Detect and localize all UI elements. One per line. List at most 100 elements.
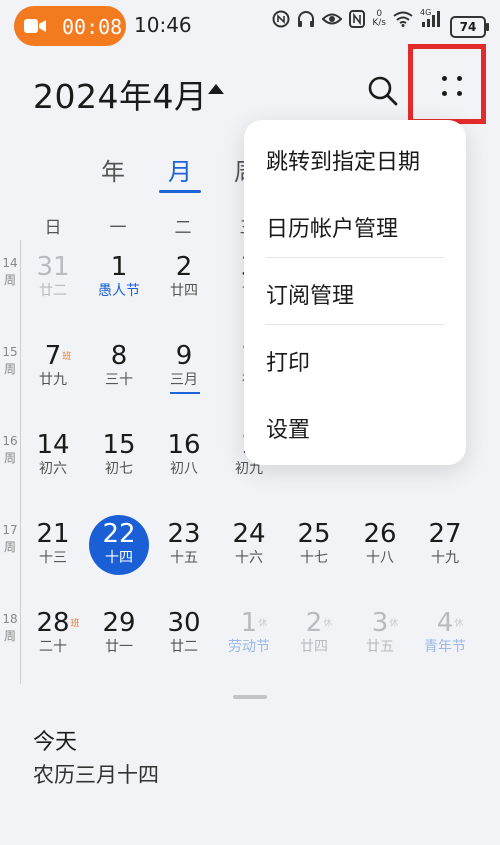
nfc-icon <box>272 10 290 28</box>
day-cell[interactable]: 27 十九 <box>412 519 478 597</box>
lunar-day: 十六 <box>235 550 263 566</box>
day-number: 1 <box>240 608 258 638</box>
day-cell[interactable]: 1 愚人节 <box>86 252 152 330</box>
lunar-day: 廿五 <box>366 639 394 655</box>
lunar-day: 初八 <box>170 461 198 477</box>
lunar-month-start-marker <box>170 392 200 394</box>
menu-item-account-management[interactable]: 日历帐户管理 <box>266 211 398 243</box>
day-cell[interactable]: 28 班二十 <box>20 608 86 686</box>
day-number: 28 <box>36 608 70 638</box>
more-options-button[interactable] <box>408 44 486 124</box>
menu-item-print[interactable]: 打印 <box>266 345 310 377</box>
screen-recording-indicator[interactable]: 00:08 <box>14 6 126 46</box>
day-cell[interactable]: 23 十五 <box>151 519 217 597</box>
day-cell[interactable]: 1 休劳动节 <box>216 608 282 686</box>
lunar-day: 十七 <box>300 550 328 566</box>
lunar-day: 十八 <box>366 550 394 566</box>
day-number: 7 <box>44 341 62 371</box>
day-cell[interactable]: 26 十八 <box>347 519 413 597</box>
workday-badge: 班 <box>70 619 80 629</box>
video-camera-icon <box>24 19 46 33</box>
day-number: 14 <box>36 430 70 460</box>
day-cell[interactable]: 31 廿二 <box>20 252 86 330</box>
day-cell[interactable]: 2 廿四 <box>151 252 217 330</box>
day-number: 2 <box>305 608 323 638</box>
month-title[interactable]: 2024年4月 <box>33 70 207 118</box>
search-icon[interactable] <box>366 74 400 108</box>
day-number: 29 <box>102 608 136 638</box>
day-cell[interactable]: 14 初六 <box>20 430 86 508</box>
signal-bars-icon <box>422 11 440 27</box>
active-tab-indicator <box>159 190 201 193</box>
day-number: 4 <box>436 608 454 638</box>
recording-time: 00:08 <box>62 15 123 39</box>
day-number: 22 <box>102 519 136 549</box>
menu-divider <box>266 324 444 325</box>
lunar-day: 廿一 <box>105 639 133 655</box>
day-number: 8 <box>110 341 128 371</box>
lunar-day: 十四 <box>105 550 133 566</box>
more-options-menu: 跳转到指定日期 日历帐户管理 订阅管理 打印 设置 <box>244 120 466 465</box>
day-cell[interactable]: 29 廿一 <box>86 608 152 686</box>
day-cell[interactable]: 9 三月 <box>151 341 217 419</box>
battery-indicator: 74 <box>450 16 489 38</box>
day-cell[interactable]: 25 十七 <box>281 519 347 597</box>
week-number: 16 周 <box>2 434 18 465</box>
day-cell[interactable]: 16 初八 <box>151 430 217 508</box>
day-cell[interactable]: 4 休青年节 <box>412 608 478 686</box>
status-icons: 0 K/s 4G <box>272 8 442 28</box>
lunar-day: 廿二 <box>170 639 198 655</box>
day-cell[interactable]: 30 廿二 <box>151 608 217 686</box>
weekday-header: 一 <box>109 218 127 238</box>
day-cell-today[interactable]: 22 十四 <box>86 515 152 597</box>
holiday-name: 愚人节 <box>98 283 140 299</box>
day-cell[interactable]: 2 休廿四 <box>281 608 347 686</box>
day-cell[interactable]: 24 十六 <box>216 519 282 597</box>
holiday-name: 青年节 <box>424 639 466 655</box>
day-number: 2 <box>175 252 193 282</box>
day-number: 3 <box>371 608 389 638</box>
headphones-icon <box>298 11 315 27</box>
weekday-header: 二 <box>174 218 192 238</box>
menu-item-jump-to-date[interactable]: 跳转到指定日期 <box>266 144 420 176</box>
lunar-day: 廿二 <box>39 283 67 299</box>
tab-month[interactable]: 月 <box>168 152 192 187</box>
lunar-day: 廿四 <box>170 283 198 299</box>
day-number: 15 <box>102 430 136 460</box>
week-number: 17 周 <box>2 523 18 554</box>
workday-badge: 班 <box>62 352 72 362</box>
day-cell[interactable]: 15 初七 <box>86 430 152 508</box>
selected-day-title: 今天 <box>33 730 78 755</box>
lunar-day: 廿九 <box>39 372 67 388</box>
lunar-day: 十九 <box>431 550 459 566</box>
day-number: 24 <box>232 519 266 549</box>
lunar-date: 农历三月十四 <box>33 763 159 787</box>
more-dots-icon <box>442 76 462 96</box>
network-speed: 0 K/s <box>372 9 386 28</box>
day-number: 30 <box>167 608 201 638</box>
holiday-rest-badge: 休 <box>258 619 268 629</box>
day-cell[interactable]: 7 班廿九 <box>20 341 86 419</box>
day-cell[interactable]: 8 三十 <box>86 341 152 419</box>
day-number: 23 <box>167 519 201 549</box>
tab-year[interactable]: 年 <box>101 152 125 187</box>
lunar-day: 二十 <box>39 639 67 655</box>
weekday-header: 日 <box>44 218 62 238</box>
lunar-day: 廿四 <box>300 639 328 655</box>
menu-item-subscription-management[interactable]: 订阅管理 <box>266 278 354 310</box>
day-cell[interactable]: 3 休廿五 <box>347 608 413 686</box>
bottom-sheet-handle[interactable] <box>233 695 267 699</box>
status-clock: 10:46 <box>134 13 192 37</box>
day-number: 25 <box>297 519 331 549</box>
nfc-n-icon <box>349 10 366 28</box>
holiday-rest-badge: 休 <box>389 619 399 629</box>
day-cell[interactable]: 21 十三 <box>20 519 86 597</box>
day-number: 1 <box>110 252 128 282</box>
signal-strength: 4G <box>420 8 442 28</box>
caret-up-icon[interactable] <box>208 84 224 94</box>
holiday-name: 劳动节 <box>228 639 270 655</box>
week-number: 14 周 <box>2 256 18 287</box>
lunar-day: 十三 <box>39 550 67 566</box>
menu-item-settings[interactable]: 设置 <box>266 412 310 444</box>
lunar-day: 三月 <box>170 372 198 388</box>
